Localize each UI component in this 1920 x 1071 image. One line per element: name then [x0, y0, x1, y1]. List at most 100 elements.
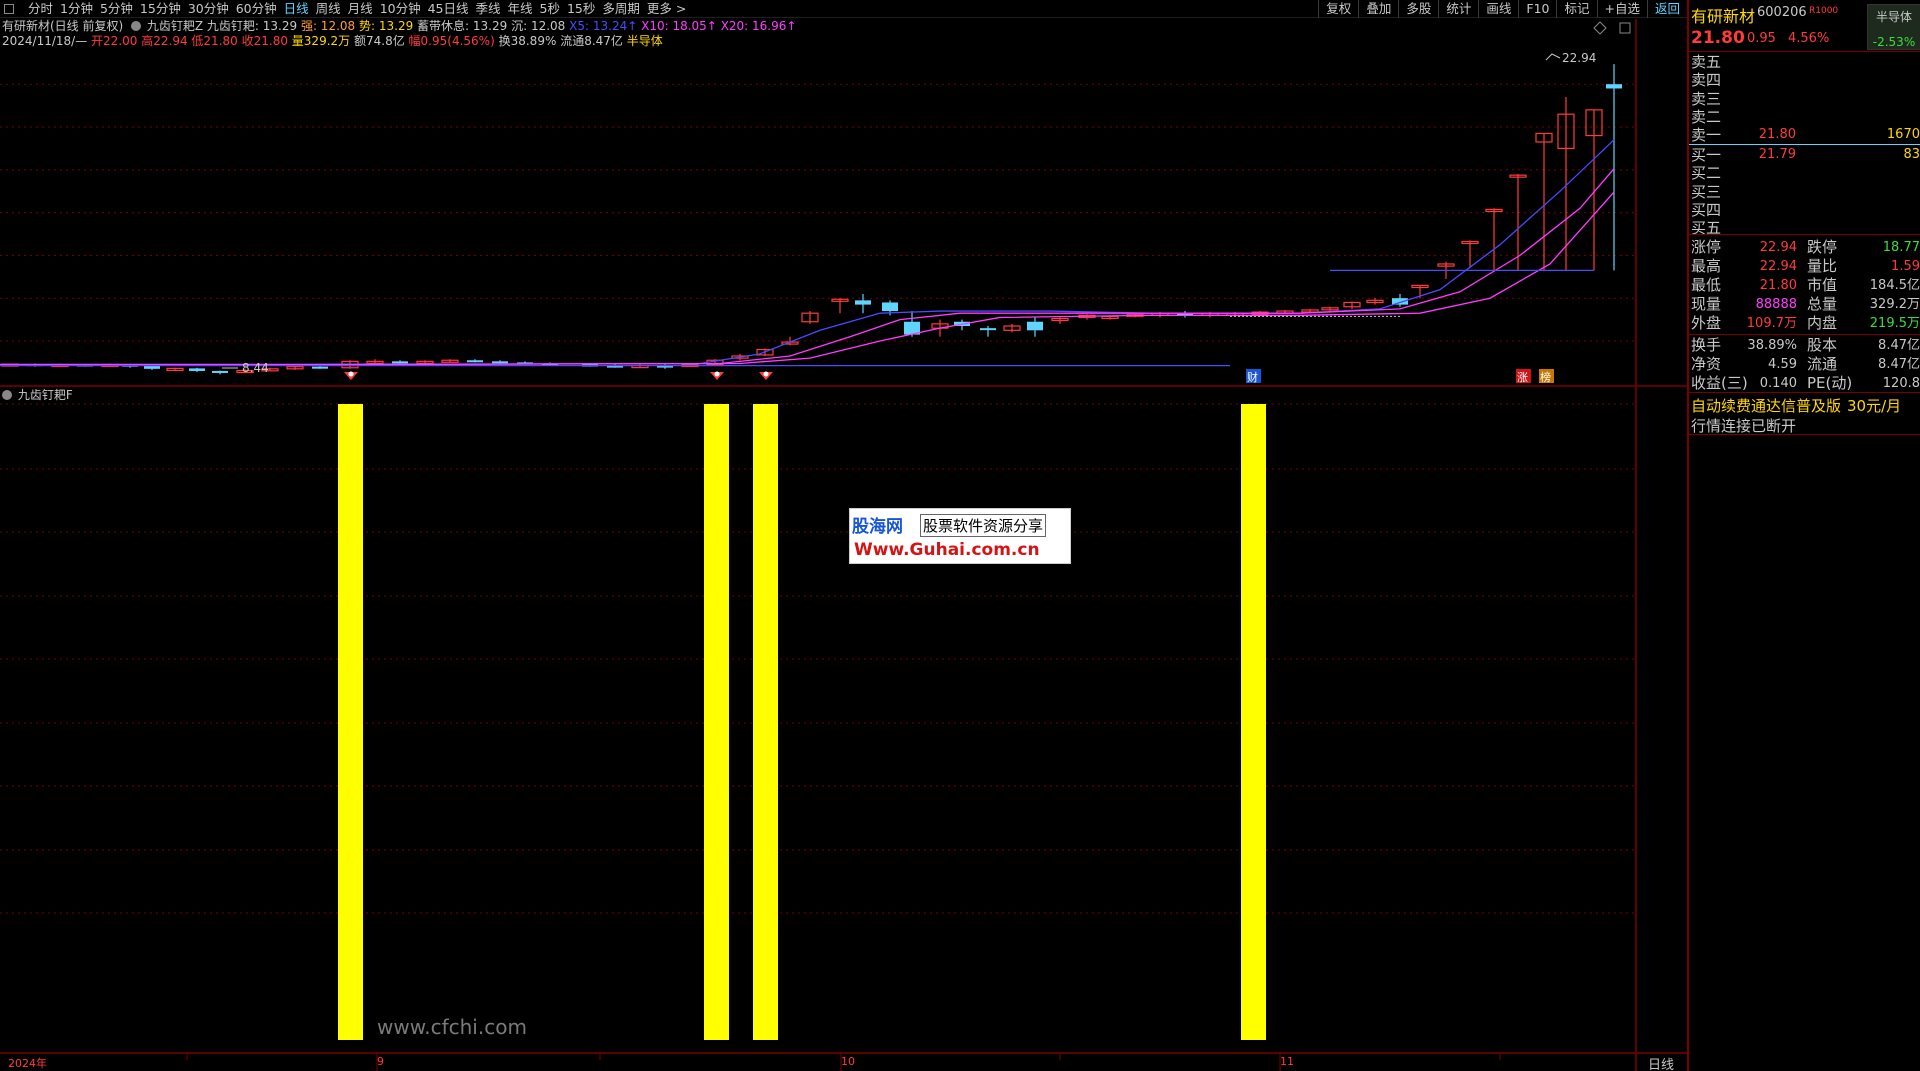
tool-button[interactable]: 统计: [1438, 0, 1478, 18]
high-arrow: [1545, 53, 1561, 61]
period-tab[interactable]: 年线: [506, 1, 538, 17]
orderbook-row[interactable]: 卖五: [1689, 53, 1920, 71]
quote-header: 有研新材 600206 R1000 半导体 -2.53% 21.80 0.95 …: [1689, 0, 1920, 50]
stat-value: 4.59: [1768, 357, 1797, 372]
orderbook-row[interactable]: 买三: [1689, 183, 1920, 201]
candle-body: [631, 365, 649, 369]
buy-signal-dot: [1251, 371, 1257, 377]
period-tab[interactable]: 45日线: [426, 1, 474, 17]
indicator-toggle-icon[interactable]: [131, 21, 142, 31]
tool-button[interactable]: 画线: [1478, 0, 1518, 18]
orderbook-row[interactable]: 买一 21.79 83: [1689, 146, 1920, 164]
period-tab[interactable]: 多周期: [600, 1, 645, 17]
orderbook-row[interactable]: 卖三: [1689, 90, 1920, 108]
period-tab[interactable]: 1分钟: [58, 1, 98, 17]
candle-body: [1027, 321, 1043, 331]
x-axis-year: 2024年: [8, 1057, 47, 1070]
candle-body: [1606, 84, 1622, 89]
bar-amount: 额74.8亿: [353, 34, 405, 48]
tool-button[interactable]: 标记: [1556, 0, 1596, 18]
period-tab[interactable]: 15秒: [565, 1, 600, 17]
candle-body: [756, 348, 774, 356]
stat-label: 流通: [1807, 355, 1838, 373]
stat-row: 净资 4.59 流通 8.47亿: [1689, 355, 1920, 374]
period-tab[interactable]: 30分钟: [186, 1, 234, 17]
sub-chart-title: 九齿钉耙F: [2, 386, 73, 403]
orderbook-row[interactable]: 买四: [1689, 201, 1920, 219]
stock-title: 有研新材(日线 前复权): [2, 19, 124, 33]
stat-value: 88888: [1755, 297, 1797, 312]
tool-button[interactable]: 返回: [1646, 0, 1687, 18]
ob-label: 卖二: [1691, 107, 1722, 126]
orderbook-row[interactable]: 卖四: [1689, 71, 1920, 89]
orderbook-row[interactable]: 卖二: [1689, 108, 1920, 126]
period-tab[interactable]: 周线: [314, 1, 346, 17]
ma-x20-line: [0, 191, 1615, 366]
signal-bar: [753, 404, 778, 1040]
orderbook-row[interactable]: 买二: [1689, 164, 1920, 182]
stat-value: 21.80: [1759, 278, 1797, 293]
candle-body: [1226, 312, 1244, 316]
candle-body: [236, 369, 254, 374]
buy-signal-icon: [710, 372, 724, 381]
ob-label: 卖一: [1691, 126, 1722, 145]
cfchi-watermark: www.cfchi.com: [377, 1015, 527, 1039]
notice-price: 30元/月: [1847, 397, 1902, 415]
rest-value: 蓄带休息: 13.29: [417, 19, 508, 33]
candle-body: [312, 366, 328, 369]
tool-button[interactable]: 叠加: [1358, 0, 1398, 18]
stat-label: 总量: [1807, 295, 1838, 313]
period-tab[interactable]: 季线: [474, 1, 506, 17]
ma-x10-line: [0, 168, 1615, 366]
strong-value: 强: 12.08: [300, 19, 356, 33]
ob-label: 卖五: [1691, 53, 1722, 71]
candle-body: [904, 321, 920, 335]
stock-name[interactable]: 有研新材: [1691, 3, 1755, 27]
renewal-notice[interactable]: 自动续费通达信普及版 30元/月: [1691, 395, 1901, 416]
candle-body: [882, 302, 898, 312]
period-tab[interactable]: 分时: [26, 1, 58, 17]
tool-button[interactable]: 复权: [1318, 0, 1358, 18]
signal-bar: [704, 404, 729, 1040]
sub-chart-title-text[interactable]: 九齿钉耙F: [18, 388, 73, 402]
chart-header-line1: 有研新材(日线 前复权) 九齿钉耙Z 九齿钉耙: 13.29 强: 12.08 …: [2, 19, 796, 34]
sector-button[interactable]: 半导体 -2.53%: [1867, 4, 1920, 50]
period-tab[interactable]: 5秒: [538, 1, 565, 17]
tool-button[interactable]: F10: [1518, 0, 1556, 18]
candle-body: [855, 300, 871, 305]
candle-body: [582, 364, 598, 367]
period-badge[interactable]: 日线: [1648, 1054, 1674, 1071]
divider: [1689, 234, 1920, 235]
window-icon: [1619, 22, 1631, 34]
period-tab[interactable]: 5分钟: [98, 1, 138, 17]
candle-body: [467, 360, 483, 363]
indicator-name[interactable]: 九齿钉耙Z: [147, 19, 203, 33]
period-tab[interactable]: 月线: [346, 1, 378, 17]
candle-body: [101, 363, 119, 368]
tool-button[interactable]: 多股: [1398, 0, 1438, 18]
period-tab[interactable]: 15分钟: [138, 1, 186, 17]
sub-indicator-icon[interactable]: [2, 390, 12, 400]
ma-x5-line: [0, 139, 1615, 366]
ob-volume: 83: [1903, 147, 1920, 162]
stat-value: 120.8: [1882, 376, 1920, 391]
divider: [1689, 434, 1920, 435]
candle-body: [77, 364, 93, 367]
candle-body: [1, 363, 19, 367]
buy-signal-icon: [1247, 372, 1261, 381]
candle-body: [441, 359, 459, 363]
period-tab[interactable]: 日线: [282, 1, 314, 17]
candle-body: [1392, 298, 1408, 305]
period-tab[interactable]: 10分钟: [378, 1, 426, 17]
tool-button[interactable]: +自选: [1596, 0, 1647, 18]
menu-square-icon[interactable]: [4, 4, 14, 14]
period-tab[interactable]: 60分钟: [234, 1, 282, 17]
orderbook-row[interactable]: 卖一 21.80 1670: [1689, 126, 1920, 144]
watermark-slogan: 股票软件资源分享: [920, 514, 1047, 537]
stat-label: 股本: [1807, 336, 1838, 354]
stat-label: 量比: [1807, 257, 1838, 275]
period-tab[interactable]: 更多 >: [645, 1, 691, 17]
candle-body: [1343, 301, 1361, 308]
stat-label: 最高: [1691, 257, 1722, 275]
stat-row: 涨停 22.94 跌停 18.77: [1689, 238, 1920, 257]
